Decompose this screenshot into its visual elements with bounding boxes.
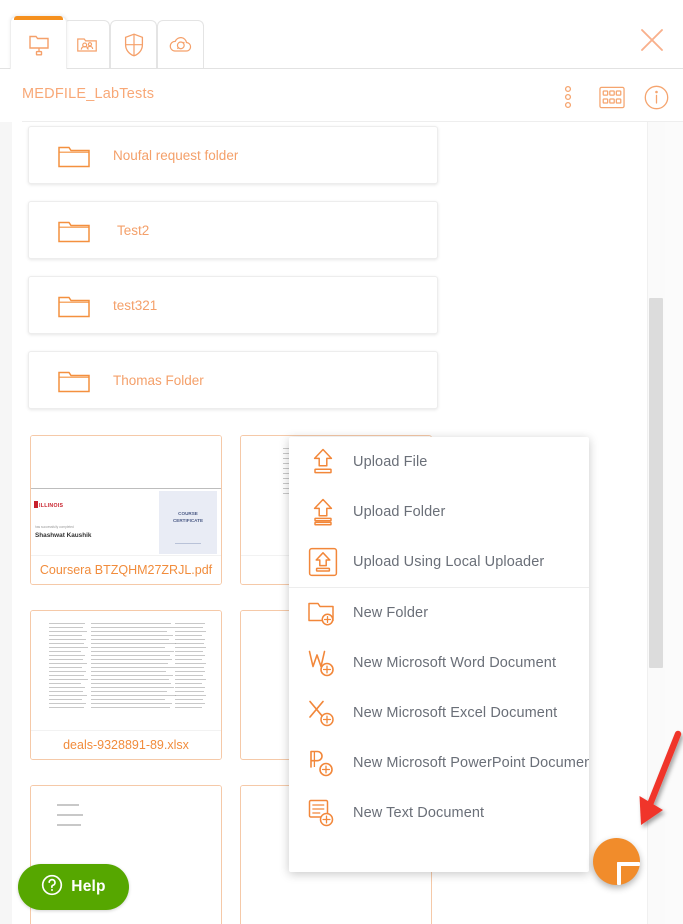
more-vertical-icon[interactable] <box>555 84 581 110</box>
upload-boxed-arrow-icon <box>303 547 343 577</box>
folder-name: test321 <box>113 297 158 313</box>
tab-strip-divider <box>0 68 683 69</box>
folder-card[interactable]: test321 <box>28 276 438 334</box>
menu-item-label: New Microsoft PowerPoint Document <box>353 755 589 771</box>
menu-item-label: New Microsoft Word Document <box>353 655 557 671</box>
powerpoint-plus-icon <box>303 748 343 778</box>
add-fab-button[interactable] <box>593 838 640 885</box>
folder-icon <box>57 217 93 244</box>
left-gutter <box>0 122 12 924</box>
certificate-title: COURSE CERTIFICATE <box>172 511 204 523</box>
breadcrumb[interactable]: MEDFILE_LabTests <box>22 86 154 102</box>
menu-item-label: New Microsoft Excel Document <box>353 705 558 721</box>
certificate-org: ILLINOIS <box>39 503 64 509</box>
textdoc-plus-icon <box>303 798 343 828</box>
cloud-sync-icon <box>168 33 194 57</box>
menu-item-upload-folder[interactable]: Upload Folder <box>289 487 589 537</box>
folder-icon <box>57 292 93 319</box>
folder-name: Test2 <box>117 222 150 238</box>
tab-shared-files[interactable] <box>63 20 110 68</box>
file-manager-window: MEDFILE_LabTests Noufal request folder T… <box>0 0 683 924</box>
header-actions <box>555 84 669 110</box>
menu-item-upload-local-uploader[interactable]: Upload Using Local Uploader <box>289 537 589 587</box>
upload-arrow-icon <box>303 497 343 527</box>
folder-name: Noufal request folder <box>113 147 239 163</box>
word-plus-icon <box>303 648 343 678</box>
certificate-name: Shashwat Kaushik <box>35 532 92 539</box>
tab-cloud-sync[interactable] <box>157 20 204 68</box>
tab-secure-files[interactable] <box>110 20 157 68</box>
upload-arrow-icon <box>303 447 343 477</box>
folder-card[interactable]: Noufal request folder <box>28 126 438 184</box>
folder-icon <box>57 142 93 169</box>
menu-item-label: Upload Folder <box>353 504 446 520</box>
excel-plus-icon <box>303 698 343 728</box>
file-name: Coursera BTZQHM27ZRJL.pdf <box>31 555 221 584</box>
menu-item-label: Upload Using Local Uploader <box>353 554 545 570</box>
file-name: deals-9328891-89.xlsx <box>31 730 221 759</box>
folder-card[interactable]: Thomas Folder <box>28 351 438 409</box>
menu-item-label: New Folder <box>353 605 429 621</box>
close-icon[interactable] <box>631 19 673 61</box>
menu-item-new-folder[interactable]: New Folder <box>289 588 589 638</box>
file-thumbnail: ILLINOIS has successfully completed Shas… <box>31 436 221 556</box>
tab-strip <box>0 0 683 71</box>
help-label: Help <box>71 878 106 895</box>
menu-item-new-text[interactable]: New Text Document <box>289 788 589 838</box>
vertical-scrollbar-thumb[interactable] <box>649 298 663 668</box>
menu-item-label: New Text Document <box>353 805 485 821</box>
info-icon[interactable] <box>643 84 669 110</box>
network-folder-icon <box>25 29 53 57</box>
tab-my-files[interactable] <box>10 16 67 71</box>
folder-card[interactable]: Test2 <box>28 201 438 259</box>
help-button[interactable]: Help <box>18 864 129 910</box>
menu-item-upload-file[interactable]: Upload File <box>289 437 589 487</box>
add-context-menu: Upload File Upload Folder Upload Using L… <box>289 437 589 872</box>
vertical-scrollbar-track[interactable] <box>647 122 665 924</box>
file-card[interactable]: deals-9328891-89.xlsx <box>30 610 222 760</box>
file-card[interactable]: ILLINOIS has successfully completed Shas… <box>30 435 222 585</box>
question-circle-icon <box>41 874 63 901</box>
menu-item-new-excel[interactable]: New Microsoft Excel Document <box>289 688 589 738</box>
folder-name: Thomas Folder <box>113 372 204 388</box>
folder-icon <box>57 367 93 394</box>
breadcrumb-bar: MEDFILE_LabTests <box>0 70 683 122</box>
folder-plus-icon <box>303 599 343 627</box>
menu-item-new-word[interactable]: New Microsoft Word Document <box>289 638 589 688</box>
certificate-sub: has successfully completed <box>35 525 74 529</box>
shared-folder-icon <box>75 33 99 57</box>
menu-item-label: Upload File <box>353 454 428 470</box>
menu-item-new-powerpoint[interactable]: New Microsoft PowerPoint Document <box>289 738 589 788</box>
grid-view-icon[interactable] <box>599 84 625 110</box>
shield-icon <box>122 32 146 58</box>
file-thumbnail <box>31 611 221 731</box>
